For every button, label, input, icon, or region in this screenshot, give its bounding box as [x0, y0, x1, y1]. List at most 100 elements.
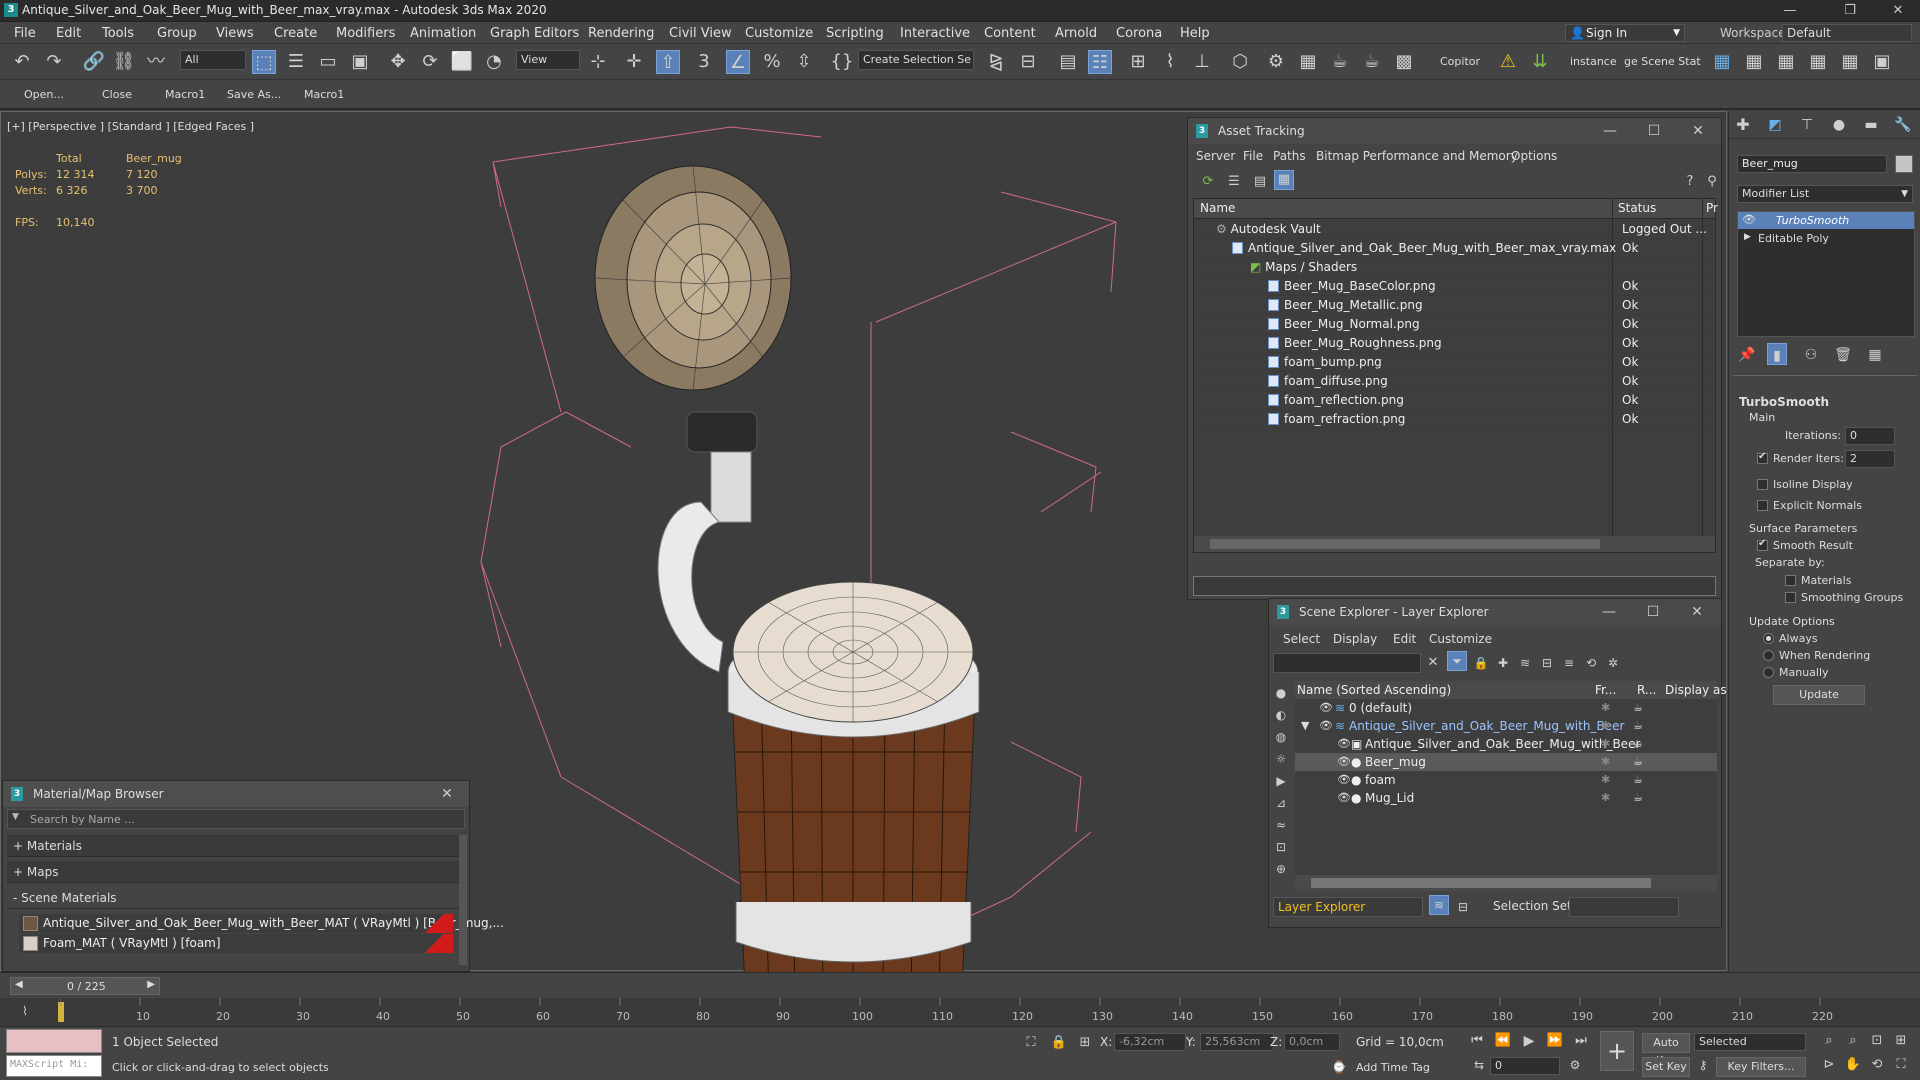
menu-group[interactable]: Group [157, 26, 197, 41]
material-search-input[interactable]: ▼ Search by Name ... [7, 809, 465, 829]
layout-3-icon[interactable]: ▦ [1774, 50, 1798, 74]
curve-editor-mini-icon[interactable]: ⌇ [22, 1004, 28, 1018]
macro1-button[interactable]: Macro1 [165, 88, 205, 101]
close-button[interactable]: ✕ [1677, 601, 1717, 623]
key-filter-icon[interactable]: ⚷ [1694, 1053, 1712, 1077]
freeze-icon[interactable]: ✱ [1601, 737, 1610, 750]
reference-coordinate-dropdown[interactable]: View [516, 50, 580, 70]
menu-arnold[interactable]: Arnold [1055, 26, 1097, 41]
next-frame-icon[interactable]: ⏩ [1544, 1029, 1566, 1053]
hierarchy-tab-icon[interactable]: ⊤ [1795, 113, 1819, 137]
render-icon[interactable]: ☕ [1633, 719, 1643, 732]
menu-graph-editors[interactable]: Graph Editors [490, 26, 579, 41]
table-row[interactable]: foam_diffuse.png Ok [1194, 372, 1715, 391]
list-item[interactable]: 👁 ● Mug_Lid ✱ ☕ [1295, 789, 1717, 807]
rotate-icon[interactable]: ⟳ [418, 50, 442, 74]
minimize-button[interactable]: — [1770, 0, 1810, 22]
show-end-result-icon[interactable]: ▮ [1767, 343, 1787, 365]
warning-icon[interactable]: ⚠ [1496, 50, 1520, 74]
auto-key-button[interactable]: Auto Key [1642, 1033, 1690, 1067]
menu-views[interactable]: Views [216, 26, 254, 41]
chevron-right-icon[interactable]: ▶ [147, 979, 155, 990]
table-row[interactable]: ◩ Maps / Shaders [1194, 258, 1715, 277]
visibility-eye-icon[interactable]: 👁 [1742, 213, 1756, 226]
menu-create[interactable]: Create [274, 26, 317, 41]
chevron-double-down-icon[interactable]: ⇊ [1528, 50, 1552, 74]
workspaces-dropdown[interactable]: Default [1782, 24, 1912, 42]
select-by-name-icon[interactable]: ☰ [284, 50, 308, 74]
list-item[interactable]: 👁 ≋ 0 (default) ✱ ☕ [1295, 699, 1717, 717]
create-selection-set-dropdown[interactable]: Create Selection Se [858, 50, 974, 70]
table-row[interactable]: foam_reflection.png Ok [1194, 391, 1715, 410]
spinner-snap-icon[interactable]: ⇳ [792, 50, 816, 74]
render-iters-checkbox[interactable] [1757, 451, 1768, 464]
display-groups-icon[interactable]: ⊡ [1271, 835, 1291, 859]
sign-in-dropdown[interactable]: 👤 Sign In ▼ [1565, 24, 1685, 42]
table-row[interactable]: Beer_Mug_Roughness.png Ok [1194, 334, 1715, 353]
select-object-icon[interactable]: ⬚ [252, 50, 276, 74]
time-slider[interactable]: ◀ 0 / 225 ▶ [10, 977, 160, 995]
display-spacewarps-icon[interactable]: ≈ [1271, 813, 1291, 837]
menu-modifiers[interactable]: Modifiers [336, 26, 395, 41]
col-display[interactable]: Display as [1665, 683, 1727, 697]
render-icon[interactable]: ☕ [1633, 755, 1643, 768]
add-time-tag[interactable]: Add Time Tag [1356, 1061, 1430, 1074]
render-iters-spinner[interactable]: 2 [1845, 450, 1895, 468]
expand-icon[interactable]: ▶ [1744, 232, 1751, 242]
time-configuration-icon[interactable]: ⚙ [1566, 1053, 1584, 1077]
object-color-swatch[interactable] [1895, 155, 1913, 173]
stack-icon[interactable]: ≡ [1559, 651, 1579, 675]
render-icon[interactable]: ☕ [1633, 773, 1643, 786]
angle-snap-icon[interactable]: ∠ [726, 50, 750, 74]
table-row[interactable]: foam_bump.png Ok [1194, 353, 1715, 372]
restore-button[interactable]: ❐ [1830, 0, 1870, 22]
scrollbar-thumb[interactable] [1210, 539, 1600, 549]
new-layer-icon[interactable]: ✚ [1493, 651, 1513, 675]
table-row[interactable]: foam_refraction.png Ok [1194, 410, 1715, 429]
schematic-view-icon[interactable]: ⊥ [1190, 50, 1214, 74]
layers-icon[interactable]: ≋ [1515, 651, 1535, 675]
make-unique-icon[interactable]: ⚇ [1799, 343, 1823, 367]
table-row[interactable]: Beer_Mug_Normal.png Ok [1194, 315, 1715, 334]
menu-interactive[interactable]: Interactive [900, 26, 970, 41]
when-rendering-radio[interactable] [1763, 650, 1774, 661]
eye-icon[interactable]: 👁 [1337, 737, 1351, 750]
vertical-scrollbar[interactable] [459, 835, 467, 965]
create-tab-icon[interactable]: ✚ [1731, 113, 1755, 137]
chevron-down-icon[interactable]: ▼ [12, 812, 19, 822]
display-helpers-icon[interactable]: ⊿ [1271, 791, 1291, 815]
menu-options[interactable]: Options [1511, 149, 1557, 163]
menu-server[interactable]: Server [1196, 149, 1235, 163]
minimize-button[interactable]: — [1590, 120, 1630, 142]
chevron-left-icon[interactable]: ◀ [15, 979, 23, 990]
previous-frame-icon[interactable]: ⏪ [1492, 1029, 1514, 1053]
list-view-icon[interactable]: ☰ [1222, 170, 1246, 194]
materials-checkbox[interactable] [1785, 575, 1796, 586]
menu-edit[interactable]: Edit [56, 26, 81, 41]
time-tag-icon[interactable]: ⌚ [1330, 1055, 1348, 1079]
freeze-icon[interactable]: ✱ [1601, 791, 1610, 804]
menu-scripting[interactable]: Scripting [826, 26, 884, 41]
maxscript-mini-listener[interactable]: MAXScript Mi: [6, 1055, 102, 1077]
set-key-button[interactable]: Set Key [1642, 1057, 1690, 1077]
rectangular-selection-icon[interactable]: ▭ [316, 50, 340, 74]
eye-icon[interactable]: 👁 [1319, 719, 1333, 732]
key-filters-button[interactable]: Key Filters... [1716, 1057, 1806, 1077]
eye-icon[interactable]: 👁 [1337, 755, 1351, 768]
list-item[interactable]: 👁 ● Beer_mug ✱ ☕ [1295, 753, 1717, 771]
table-row[interactable]: ⚙ Autodesk Vault Logged Out ... [1194, 220, 1715, 239]
list-item[interactable]: 👁 ● foam ✱ ☕ [1295, 771, 1717, 789]
render-setup-icon[interactable]: ⚙ [1264, 50, 1288, 74]
bind-space-warp-icon[interactable]: 〰 [144, 50, 168, 74]
configure-modifier-sets-icon[interactable]: ▦ [1863, 343, 1887, 367]
table-view-icon[interactable]: ▦ [1274, 170, 1294, 190]
section-scene-materials[interactable]: - Scene Materials [7, 887, 459, 909]
eye-icon[interactable]: 👁 [1319, 701, 1333, 714]
menu-select[interactable]: Select [1283, 632, 1320, 646]
table-row[interactable]: Beer_Mug_Metallic.png Ok [1194, 296, 1715, 315]
undo-icon[interactable]: ↶ [10, 50, 34, 74]
x-coordinate-field[interactable]: -6,32cm [1114, 1033, 1186, 1051]
display-tab-icon[interactable]: ▬ [1859, 113, 1883, 137]
remove-modifier-icon[interactable]: 🗑 [1831, 343, 1855, 367]
material-item[interactable]: Foam_MAT ( VRayMtl ) [foam] [19, 934, 453, 953]
